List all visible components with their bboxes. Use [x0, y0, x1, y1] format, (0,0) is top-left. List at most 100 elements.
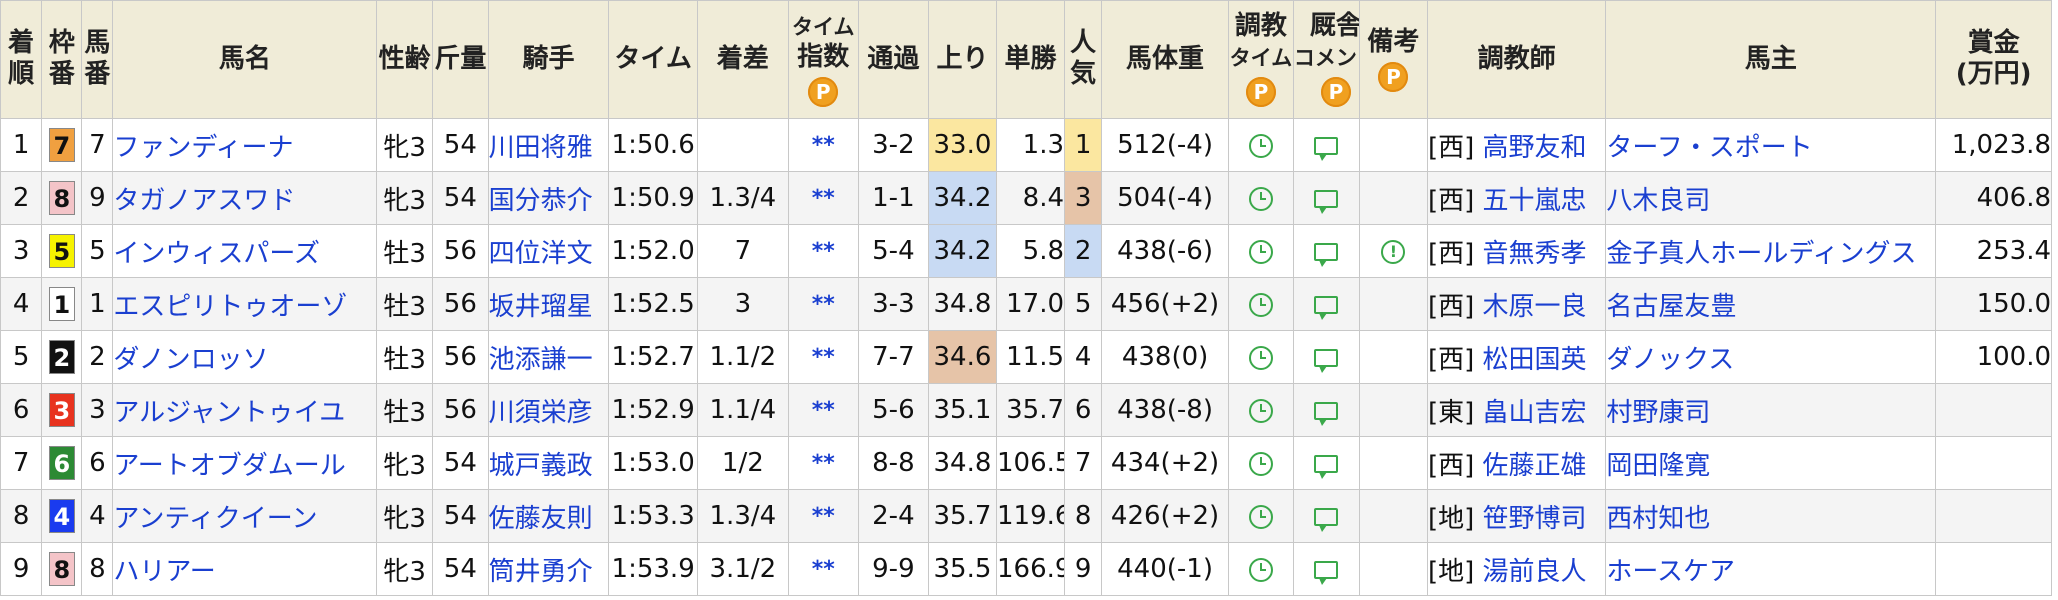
race-time: 1:52.0 [608, 224, 698, 278]
owner-link[interactable]: 岡田隆寛 [1605, 436, 1937, 490]
horse-name-link[interactable]: ファンディーナ [112, 118, 378, 172]
clock-icon[interactable] [1248, 345, 1273, 370]
premium-p-icon[interactable]: P [1245, 77, 1276, 108]
jockey-link[interactable]: 国分恭介 [487, 171, 610, 225]
passing-order: 5-6 [857, 383, 929, 437]
owner-link[interactable]: 名古屋友豊 [1605, 277, 1937, 331]
horse-name-link[interactable]: ダノンロッソ [112, 330, 378, 384]
horse-number: 8 [81, 542, 114, 596]
trainer-link[interactable]: 音無秀孝 [1483, 239, 1587, 269]
horse-name-link[interactable]: アンティクイーン [112, 489, 378, 543]
margin: 1.1/4 [696, 383, 789, 437]
premium-p-icon[interactable]: P [1378, 61, 1409, 92]
clock-icon[interactable] [1248, 292, 1273, 317]
clock-icon[interactable] [1248, 133, 1273, 158]
comment-bubble-icon[interactable] [1314, 136, 1339, 161]
clock-icon[interactable] [1248, 557, 1273, 582]
trainer-link[interactable]: 木原一良 [1483, 292, 1587, 322]
carried-weight: 56 [432, 224, 489, 278]
owner-link[interactable]: ホースケア [1605, 542, 1937, 596]
comment-bubble-icon[interactable] [1314, 560, 1339, 585]
training-time-cell [1227, 118, 1294, 172]
popularity: 3 [1064, 171, 1103, 225]
trainer-link[interactable]: 高野友和 [1483, 133, 1587, 163]
jockey-link[interactable]: 四位洋文 [487, 224, 610, 278]
trainer-link[interactable]: 畠山吉宏 [1483, 398, 1587, 428]
table-row: 1 7 7 ファンディーナ 牝3 54 川田将雅 1:50.6 ** 3-2 33.0 1.3 1 512… [0, 118, 2052, 172]
remarks-cell [1358, 383, 1428, 437]
header-margin: 着差 [696, 0, 789, 119]
comment-bubble-icon[interactable] [1314, 507, 1339, 532]
table-row: 4 1 1 エスピリトゥオーゾ 牡3 56 坂井瑠星 1:52.5 3 ** 3-3 34.8 17.0… [0, 277, 2052, 331]
owner-link[interactable]: ダノックス [1605, 330, 1937, 384]
training-time-cell [1227, 436, 1294, 490]
header-horse-number: 馬番 [81, 0, 114, 119]
frame-cell: 2 [41, 330, 83, 384]
clock-icon[interactable] [1248, 186, 1273, 211]
time-index-link[interactable]: ** [787, 436, 859, 490]
clock-icon[interactable] [1248, 451, 1273, 476]
horse-name-link[interactable]: ハリアー [112, 542, 378, 596]
owner-link[interactable]: 西村知也 [1605, 489, 1937, 543]
jockey-link[interactable]: 佐藤友則 [487, 489, 610, 543]
comment-bubble-icon[interactable] [1314, 189, 1339, 214]
win-odds: 166.9 [995, 542, 1066, 596]
comment-bubble-icon[interactable] [1314, 454, 1339, 479]
finish-position: 5 [0, 330, 43, 384]
time-index-link[interactable]: ** [787, 224, 859, 278]
prize-money: 406.8 [1935, 171, 2052, 225]
exclamation-circle-icon[interactable]: ! [1381, 239, 1406, 264]
jockey-link[interactable]: 川須栄彦 [487, 383, 610, 437]
owner-link[interactable]: 村野康司 [1605, 383, 1937, 437]
trainer-link[interactable]: 松田国英 [1483, 345, 1587, 375]
owner-link[interactable]: ターフ・スポート [1605, 118, 1937, 172]
win-odds: 119.6 [995, 489, 1066, 543]
last-3f: 34.2 [927, 171, 997, 225]
header-sex-age: 性齢 [376, 0, 433, 119]
horse-name-link[interactable]: エスピリトゥオーゾ [112, 277, 378, 331]
jockey-link[interactable]: 筒井勇介 [487, 542, 610, 596]
premium-p-icon[interactable]: P [1320, 77, 1351, 108]
jockey-link[interactable]: 川田将雅 [487, 118, 610, 172]
time-index-link[interactable]: ** [787, 171, 859, 225]
trainer-link[interactable]: 笹野博司 [1483, 504, 1587, 534]
clock-icon[interactable] [1248, 398, 1273, 423]
comment-bubble-icon[interactable] [1314, 348, 1339, 373]
horse-name-link[interactable]: アルジャントゥイユ [112, 383, 378, 437]
time-index-link[interactable]: ** [787, 277, 859, 331]
comment-bubble-icon[interactable] [1314, 401, 1339, 426]
time-index-link[interactable]: ** [787, 542, 859, 596]
carried-weight: 56 [432, 277, 489, 331]
owner-link[interactable]: 八木良司 [1605, 171, 1937, 225]
comment-bubble-icon[interactable] [1314, 242, 1339, 267]
horse-name-link[interactable]: タガノアスワド [112, 171, 378, 225]
time-index-link[interactable]: ** [787, 330, 859, 384]
trainer-link[interactable]: 湯前良人 [1483, 557, 1587, 587]
premium-p-icon[interactable]: P [808, 77, 839, 108]
clock-icon[interactable] [1248, 504, 1273, 529]
trainer-link[interactable]: 五十嵐忠 [1483, 186, 1587, 216]
stable-comment-cell [1292, 118, 1360, 172]
horse-name-link[interactable]: インウィスパーズ [112, 224, 378, 278]
jockey-link[interactable]: 城戸義政 [487, 436, 610, 490]
trainer-link[interactable]: 佐藤正雄 [1483, 451, 1587, 481]
trainer-region: [地] [1427, 556, 1475, 587]
time-index-link[interactable]: ** [787, 489, 859, 543]
horse-number: 4 [81, 489, 114, 543]
comment-bubble-icon[interactable] [1314, 295, 1339, 320]
jockey-link[interactable]: 坂井瑠星 [487, 277, 610, 331]
table-row: 5 2 2 ダノンロッソ 牡3 56 池添謙一 1:52.7 1.1/2 ** 7-7 34.6 11.… [0, 330, 2052, 384]
clock-icon[interactable] [1248, 239, 1273, 264]
body-weight: 426(+2) [1101, 489, 1229, 543]
horse-name-link[interactable]: アートオブダムール [112, 436, 378, 490]
finish-position: 7 [0, 436, 43, 490]
trainer-region: [西] [1427, 238, 1475, 269]
time-index-link[interactable]: ** [787, 383, 859, 437]
time-index-link[interactable]: ** [787, 118, 859, 172]
win-odds: 1.3 [995, 118, 1066, 172]
owner-link[interactable]: 金子真人ホールディングス [1605, 224, 1937, 278]
body-weight: 504(-4) [1101, 171, 1229, 225]
jockey-link[interactable]: 池添謙一 [487, 330, 610, 384]
frame-cell: 8 [41, 171, 83, 225]
table-row: 2 8 9 タガノアスワド 牝3 54 国分恭介 1:50.9 1.3/4 ** 1-1 34.2 8.… [0, 171, 2052, 225]
